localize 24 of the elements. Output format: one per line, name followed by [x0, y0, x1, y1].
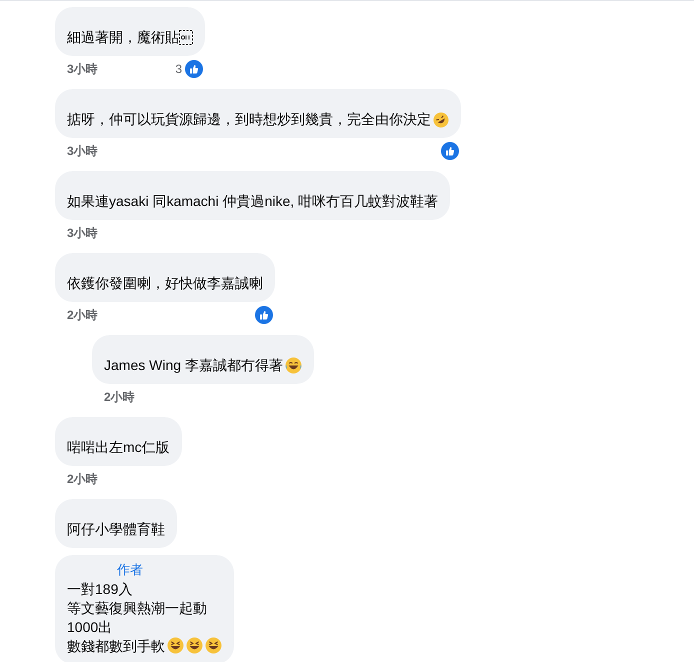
comment-text: 掂呀，仲可以玩貨源歸邊，到時想炒到幾貴，完全由你決定: [67, 110, 431, 129]
comment-time[interactable]: 3小時: [67, 224, 98, 242]
comment-time[interactable]: 2小時: [67, 470, 98, 488]
comment-text: 阿仔小學體育鞋: [67, 520, 165, 539]
comment-line: 一對189入: [67, 580, 132, 599]
comment-time[interactable]: 3小時: [67, 142, 98, 160]
comment-time[interactable]: 3小時: [67, 60, 98, 78]
comment-line: 等文藝復興熱潮一起動: [67, 599, 207, 618]
comment-text: 啱啱出左mc仁版: [67, 438, 170, 457]
comment-line: 數錢都數到手軟: [67, 637, 165, 656]
comment-text: James Wing 李嘉誠都冇得著: [104, 356, 283, 375]
comment-text: 如果連yasaki 同kamachi 仲貴過nike, 咁咪冇百几蚊對波鞋著: [67, 192, 438, 211]
grinning-face-icon: [205, 637, 222, 654]
comment-time[interactable]: 2小時: [67, 306, 98, 324]
like-count: 3: [175, 61, 182, 78]
comment-time[interactable]: 2小時: [104, 388, 135, 406]
author-label: 作者: [117, 561, 143, 579]
laughing-face-icon: [433, 112, 449, 128]
grinning-face-icon: [167, 637, 184, 654]
comment-text: 依鑊你發圍喇，好快做李嘉誠喇: [67, 274, 263, 293]
comment-text: 細過著開，魔術貼: [67, 28, 179, 47]
grinning-face-icon: [186, 637, 203, 654]
tears-of-joy-icon: [284, 357, 302, 374]
comment-line: 1000出: [67, 618, 112, 637]
